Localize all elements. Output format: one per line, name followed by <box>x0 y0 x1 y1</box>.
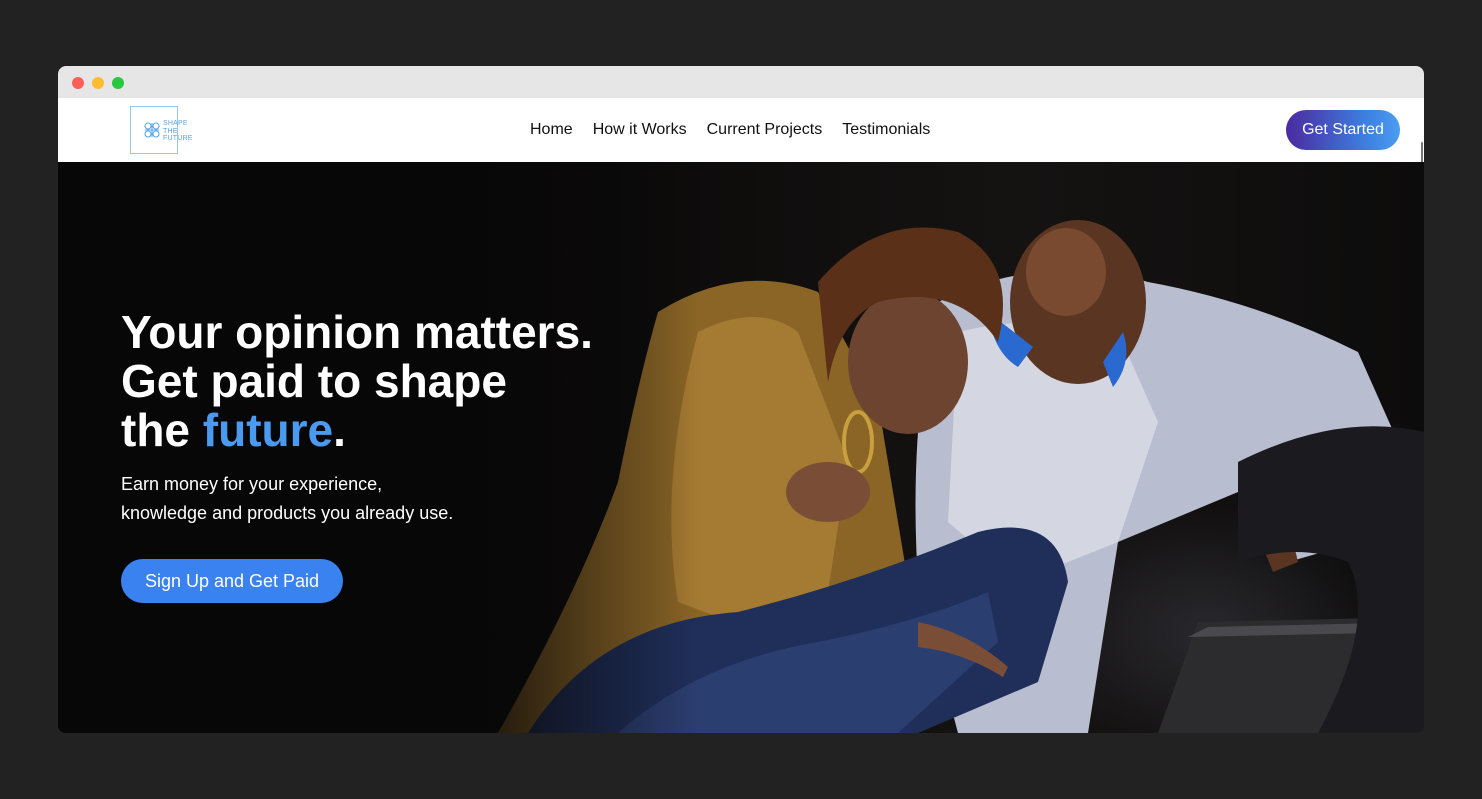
knot-icon <box>144 122 160 138</box>
headline-accent-word: future <box>202 404 334 456</box>
headline-line-3-prefix: the <box>121 404 203 456</box>
headline-line-3: the future. <box>121 406 593 455</box>
maximize-window-button[interactable] <box>112 77 124 89</box>
brand-wordmark: SHAPE THE FUTURE <box>163 120 193 143</box>
nav-link-how-it-works[interactable]: How it Works <box>593 121 687 139</box>
brand-wordmark-line: SHAPE <box>163 120 188 127</box>
hero-section: Your opinion matters. Get paid to shape … <box>58 162 1424 733</box>
brand-logo[interactable]: SHAPE THE FUTURE <box>130 106 192 154</box>
headline-line-3-suffix: . <box>333 404 346 456</box>
site-header: SHAPE THE FUTURE Home How it Works Curre… <box>58 98 1424 230</box>
nav-link-home[interactable]: Home <box>530 121 573 139</box>
get-started-button[interactable]: Get Started <box>1286 110 1400 150</box>
nav-link-current-projects[interactable]: Current Projects <box>707 121 823 139</box>
sign-up-button[interactable]: Sign Up and Get Paid <box>121 559 343 603</box>
window-titlebar <box>58 66 1424 98</box>
hero-subtext-line: knowledge and products you already use. <box>121 503 454 523</box>
hero-subtext: Earn money for your experience, knowledg… <box>121 470 453 528</box>
close-window-button[interactable] <box>72 77 84 89</box>
main-nav: Home How it Works Current Projects Testi… <box>530 98 950 162</box>
browser-window: SHAPE THE FUTURE Home How it Works Curre… <box>58 66 1424 733</box>
nav-link-testimonials[interactable]: Testimonials <box>842 121 930 139</box>
minimize-window-button[interactable] <box>92 77 104 89</box>
brand-wordmark-line: THE <box>163 127 178 135</box>
headline-line-1: Your opinion matters. <box>121 306 593 358</box>
brand-wordmark-line: FUTURE <box>163 135 193 142</box>
hero-subtext-line: Earn money for your experience, <box>121 474 383 494</box>
headline-line-2: Get paid to shape <box>121 355 507 407</box>
hero-headline: Your opinion matters. Get paid to shape … <box>121 308 593 455</box>
